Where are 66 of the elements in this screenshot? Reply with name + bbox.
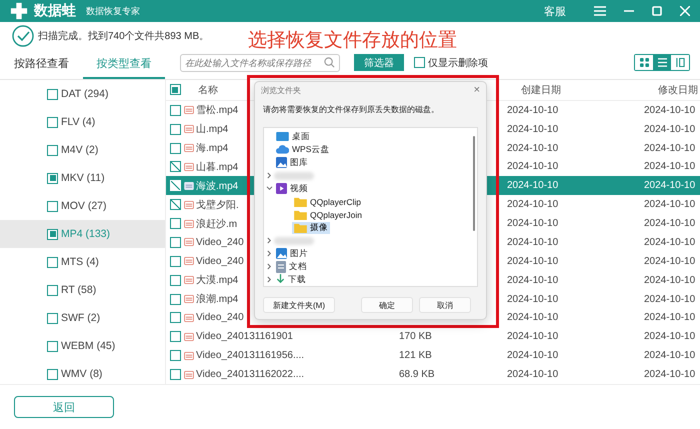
file-size: 170 KB (399, 331, 432, 342)
file-name: 海.mp4 (196, 142, 228, 156)
file-size: 68.9 KB (399, 369, 435, 380)
modified-date: 2024-10-10 (644, 161, 696, 172)
created-date: 2024-10-10 (507, 236, 558, 248)
dialog-title: 浏览文件夹 (261, 84, 301, 96)
created-date: 2024-10-10 (507, 142, 558, 154)
created-date: 2024-10-10 (507, 294, 558, 305)
modified-date: 2024-10-10 (644, 199, 696, 210)
modified-date: 2024-10-10 (644, 180, 696, 192)
file-type-label: WMV (8) (61, 368, 102, 380)
created-date: 2024-10-10 (507, 124, 558, 135)
file-type-label: DAT (294) (61, 88, 108, 100)
file-size: 121 KB (399, 350, 432, 362)
file-name: 浪潮.mp4 (196, 292, 238, 306)
file-name: Video_240131161956.... (196, 350, 304, 362)
created-date: 2024-10-10 (507, 331, 558, 342)
file-name: 海波.mp4 (196, 180, 238, 193)
modified-date: 2024-10-10 (644, 218, 696, 230)
app-subtitle: 数据恢复专家 (86, 4, 140, 18)
file-type-label: MTS (4) (61, 256, 99, 268)
file-type-label: WEBM (45) (61, 340, 116, 352)
modified-date: 2024-10-10 (644, 331, 696, 342)
app-name: 数据蛙 (34, 2, 76, 20)
file-name: Video_240131161901 (196, 331, 293, 342)
modified-date: 2024-10-10 (644, 104, 696, 116)
checkbox-label: 仅显示删除项 (428, 56, 488, 70)
created-date: 2024-10-10 (507, 104, 558, 116)
modified-date: 2024-10-10 (644, 236, 696, 248)
modified-date: 2024-10-10 (644, 274, 696, 286)
file-type-label: MOV (27) (61, 200, 107, 212)
created-date: 2024-10-10 (507, 199, 558, 210)
created-date: 2024-10-10 (507, 274, 558, 286)
file-name: Video_240 (196, 256, 244, 267)
dialog-message: 请勿将需要恢复的文件保存到原丢失数据的磁盘。 (262, 104, 440, 116)
modified-date: 2024-10-10 (644, 294, 696, 305)
created-date: 2024-10-10 (507, 161, 558, 172)
file-name: Video_240 (196, 236, 244, 248)
modified-date: 2024-10-10 (644, 142, 696, 154)
file-name: 雪松.mp4 (196, 104, 238, 118)
created-date: 2024-10-10 (507, 218, 558, 230)
file-type-label: FLV (4) (61, 116, 96, 128)
file-name: 浪赶沙.m (196, 218, 238, 231)
file-type-label: RT (58) (61, 284, 96, 296)
modified-date: 2024-10-10 (644, 350, 696, 362)
annotation-title: 选择恢复文件存放的位置 (248, 29, 457, 53)
modified-date: 2024-10-10 (644, 256, 696, 267)
scan-status: 扫描完成。找到740个文件共893 MB。 (38, 30, 210, 43)
file-name: 山暮.mp4 (196, 160, 238, 174)
file-name: Video_240131162022.... (196, 369, 304, 380)
created-date: 2024-10-10 (507, 369, 558, 380)
created-date: 2024-10-10 (507, 312, 558, 324)
file-type-label: SWF (2) (61, 312, 100, 324)
file-type-label: MKV (11) (61, 172, 105, 184)
created-date: 2024-10-10 (507, 256, 558, 267)
file-name: Video_240 (196, 312, 244, 324)
file-name: 戈壁夕阳. (196, 198, 239, 212)
created-date: 2024-10-10 (507, 180, 558, 192)
created-date: 2024-10-10 (507, 350, 558, 362)
modified-date: 2024-10-10 (644, 312, 696, 324)
modified-date: 2024-10-10 (644, 369, 696, 380)
file-type-label: M4V (2) (61, 144, 98, 156)
file-name: 山.mp4 (196, 122, 228, 136)
file-type-label: MP4 (133) (61, 228, 110, 240)
file-name: 大漠.mp4 (196, 274, 238, 288)
modified-date: 2024-10-10 (644, 124, 696, 135)
